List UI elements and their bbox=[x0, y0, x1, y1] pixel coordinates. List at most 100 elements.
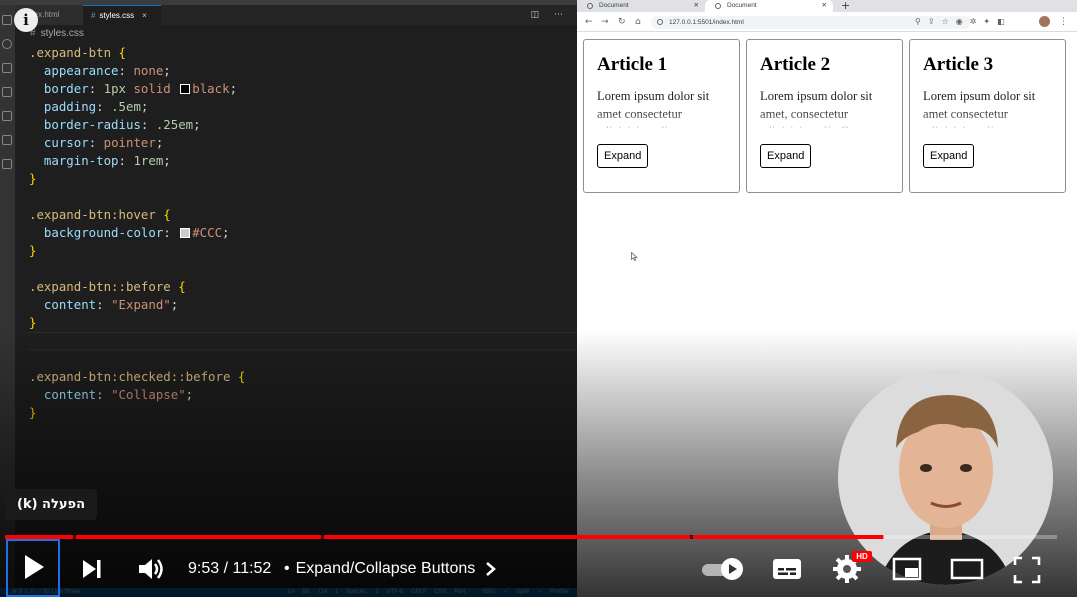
new-tab-button[interactable]: + bbox=[841, 0, 850, 11]
run-debug-icon[interactable] bbox=[2, 87, 12, 97]
code-line: } bbox=[29, 405, 37, 420]
css-property: background-color bbox=[43, 225, 164, 240]
chapter-title[interactable]: • Expand/Collapse Buttons bbox=[284, 558, 475, 580]
chapter-label: Expand/Collapse Buttons bbox=[295, 560, 476, 577]
breadcrumb-file: styles.css bbox=[40, 28, 84, 39]
miniplayer-icon[interactable] bbox=[891, 556, 923, 582]
extensions-icon[interactable] bbox=[2, 135, 12, 145]
source-control-icon[interactable] bbox=[2, 63, 12, 73]
hd-badge: HD bbox=[852, 551, 872, 562]
expand-button[interactable]: Expand bbox=[760, 144, 812, 168]
globe-icon bbox=[587, 3, 593, 9]
code-line: margin-top: 1rem; bbox=[43, 153, 171, 168]
expand-button[interactable]: Expand bbox=[923, 144, 975, 168]
progress-bar[interactable] bbox=[5, 535, 1057, 539]
css-value: "Collapse" bbox=[111, 387, 186, 402]
time-display: 9:53 / 11:52 bbox=[188, 560, 272, 577]
subtitles-icon[interactable] bbox=[771, 556, 803, 582]
explorer-icon[interactable] bbox=[2, 15, 12, 25]
volume-icon[interactable] bbox=[136, 555, 166, 583]
fullscreen-icon[interactable] bbox=[1012, 555, 1042, 585]
code-line: appearance: none; bbox=[43, 63, 171, 78]
css-selector: .expand-btn bbox=[29, 45, 112, 60]
css-selector: .expand-btn:checked::before bbox=[29, 369, 231, 384]
close-tab-icon[interactable]: × bbox=[142, 11, 147, 20]
code-line: .expand-btn:checked::before { bbox=[29, 369, 246, 384]
color-swatch[interactable] bbox=[180, 228, 191, 238]
article-text: Lorem ipsum dolor sit amet consectetur a… bbox=[923, 89, 1036, 128]
css-value: black bbox=[192, 81, 230, 96]
site-info-icon[interactable] bbox=[657, 19, 663, 25]
tab-label: styles.css bbox=[99, 11, 135, 20]
code-line: padding: .5em; bbox=[43, 99, 149, 114]
browser-tab[interactable]: Document ✕ bbox=[577, 0, 705, 12]
chapter-gap bbox=[690, 535, 693, 539]
code-line: border: 1px solid black; bbox=[43, 81, 238, 96]
css-property: content bbox=[43, 297, 97, 312]
code-line: } bbox=[29, 243, 37, 258]
css-file-icon: # bbox=[91, 11, 96, 20]
menu-icon[interactable]: ⋮ bbox=[1059, 15, 1068, 29]
remote-explorer-icon[interactable] bbox=[2, 111, 12, 121]
css-value: 1rem bbox=[133, 153, 164, 168]
css-value: .5em bbox=[111, 99, 141, 114]
color-swatch[interactable] bbox=[180, 84, 191, 94]
profile-avatar[interactable] bbox=[1039, 16, 1050, 27]
css-property: content bbox=[43, 387, 97, 402]
code-line: content: "Expand"; bbox=[43, 297, 179, 312]
expand-button[interactable]: Expand bbox=[597, 144, 649, 168]
css-value: #CCC bbox=[192, 225, 223, 240]
breadcrumb[interactable]: # styles.css bbox=[15, 25, 577, 43]
article-card: Article 2 Lorem ipsum dolor sit amet, co… bbox=[746, 39, 903, 193]
play-button[interactable] bbox=[6, 539, 60, 597]
article-card: Article 3 Lorem ipsum dolor sit amet con… bbox=[909, 39, 1066, 193]
css-selector: .expand-btn::before bbox=[29, 279, 171, 294]
mouse-cursor-icon bbox=[631, 252, 638, 261]
next-icon[interactable] bbox=[78, 555, 106, 583]
progress-played bbox=[5, 535, 884, 539]
back-icon[interactable]: ← bbox=[585, 15, 593, 29]
extension-icons[interactable]: ⚲⇪☆◉✲✦◧ bbox=[915, 15, 1012, 29]
code-line: cursor: pointer; bbox=[43, 135, 164, 150]
css-property: margin-top bbox=[43, 153, 119, 168]
browser-tab-active[interactable]: Document ✕ bbox=[705, 0, 833, 12]
code-line: background-color: #CCC; bbox=[43, 225, 230, 240]
current-line-highlight bbox=[29, 332, 577, 350]
css-selector: .expand-btn:hover bbox=[29, 207, 156, 222]
reload-icon[interactable]: ↻ bbox=[618, 15, 626, 29]
info-icon[interactable]: i bbox=[14, 8, 38, 32]
article-title: Article 3 bbox=[923, 54, 994, 75]
code-line: } bbox=[29, 315, 37, 330]
forward-icon[interactable]: → bbox=[601, 15, 609, 29]
globe-icon bbox=[715, 3, 721, 9]
css-value: pointer bbox=[103, 135, 156, 150]
theater-mode-icon[interactable] bbox=[950, 556, 984, 582]
article-card: Article 1 Lorem ipsum dolor sit amet con… bbox=[583, 39, 740, 193]
code-editor[interactable]: .expand-btn { appearance: none; border: … bbox=[15, 44, 577, 504]
chevron-right-icon[interactable] bbox=[484, 558, 498, 580]
css-property: cursor bbox=[43, 135, 89, 150]
code-line: .expand-btn:hover { bbox=[29, 207, 171, 222]
live-share-icon[interactable] bbox=[2, 159, 12, 169]
editor-tab-bar: index.html # styles.css × bbox=[15, 5, 577, 25]
article-text: Lorem ipsum dolor sit amet consectetur a… bbox=[597, 89, 710, 128]
search-icon[interactable] bbox=[2, 39, 12, 49]
chapter-gap bbox=[73, 535, 76, 539]
article-text: Lorem ipsum dolor sit amet, consectetur … bbox=[760, 89, 873, 128]
chapter-gap bbox=[321, 535, 324, 539]
close-icon[interactable]: ✕ bbox=[694, 0, 699, 12]
article-title: Article 1 bbox=[597, 54, 668, 75]
css-value: 1px bbox=[103, 81, 126, 96]
autoplay-toggle-icon[interactable] bbox=[700, 556, 746, 582]
css-property: appearance bbox=[43, 63, 119, 78]
home-icon[interactable]: ⌂ bbox=[635, 15, 641, 29]
split-editor-icon[interactable]: ◫ ⋯ bbox=[531, 5, 569, 25]
url-text: 127.0.0.1:5501/index.html bbox=[669, 19, 744, 26]
code-line: .expand-btn { bbox=[29, 45, 126, 60]
css-value: none bbox=[133, 63, 164, 78]
code-line: content: "Collapse"; bbox=[43, 387, 194, 402]
tab-styles-css[interactable]: # styles.css × bbox=[83, 5, 161, 25]
browser-tab-title: Document bbox=[599, 2, 629, 9]
close-icon[interactable]: ✕ bbox=[822, 0, 827, 12]
code-line: .expand-btn::before { bbox=[29, 279, 186, 294]
